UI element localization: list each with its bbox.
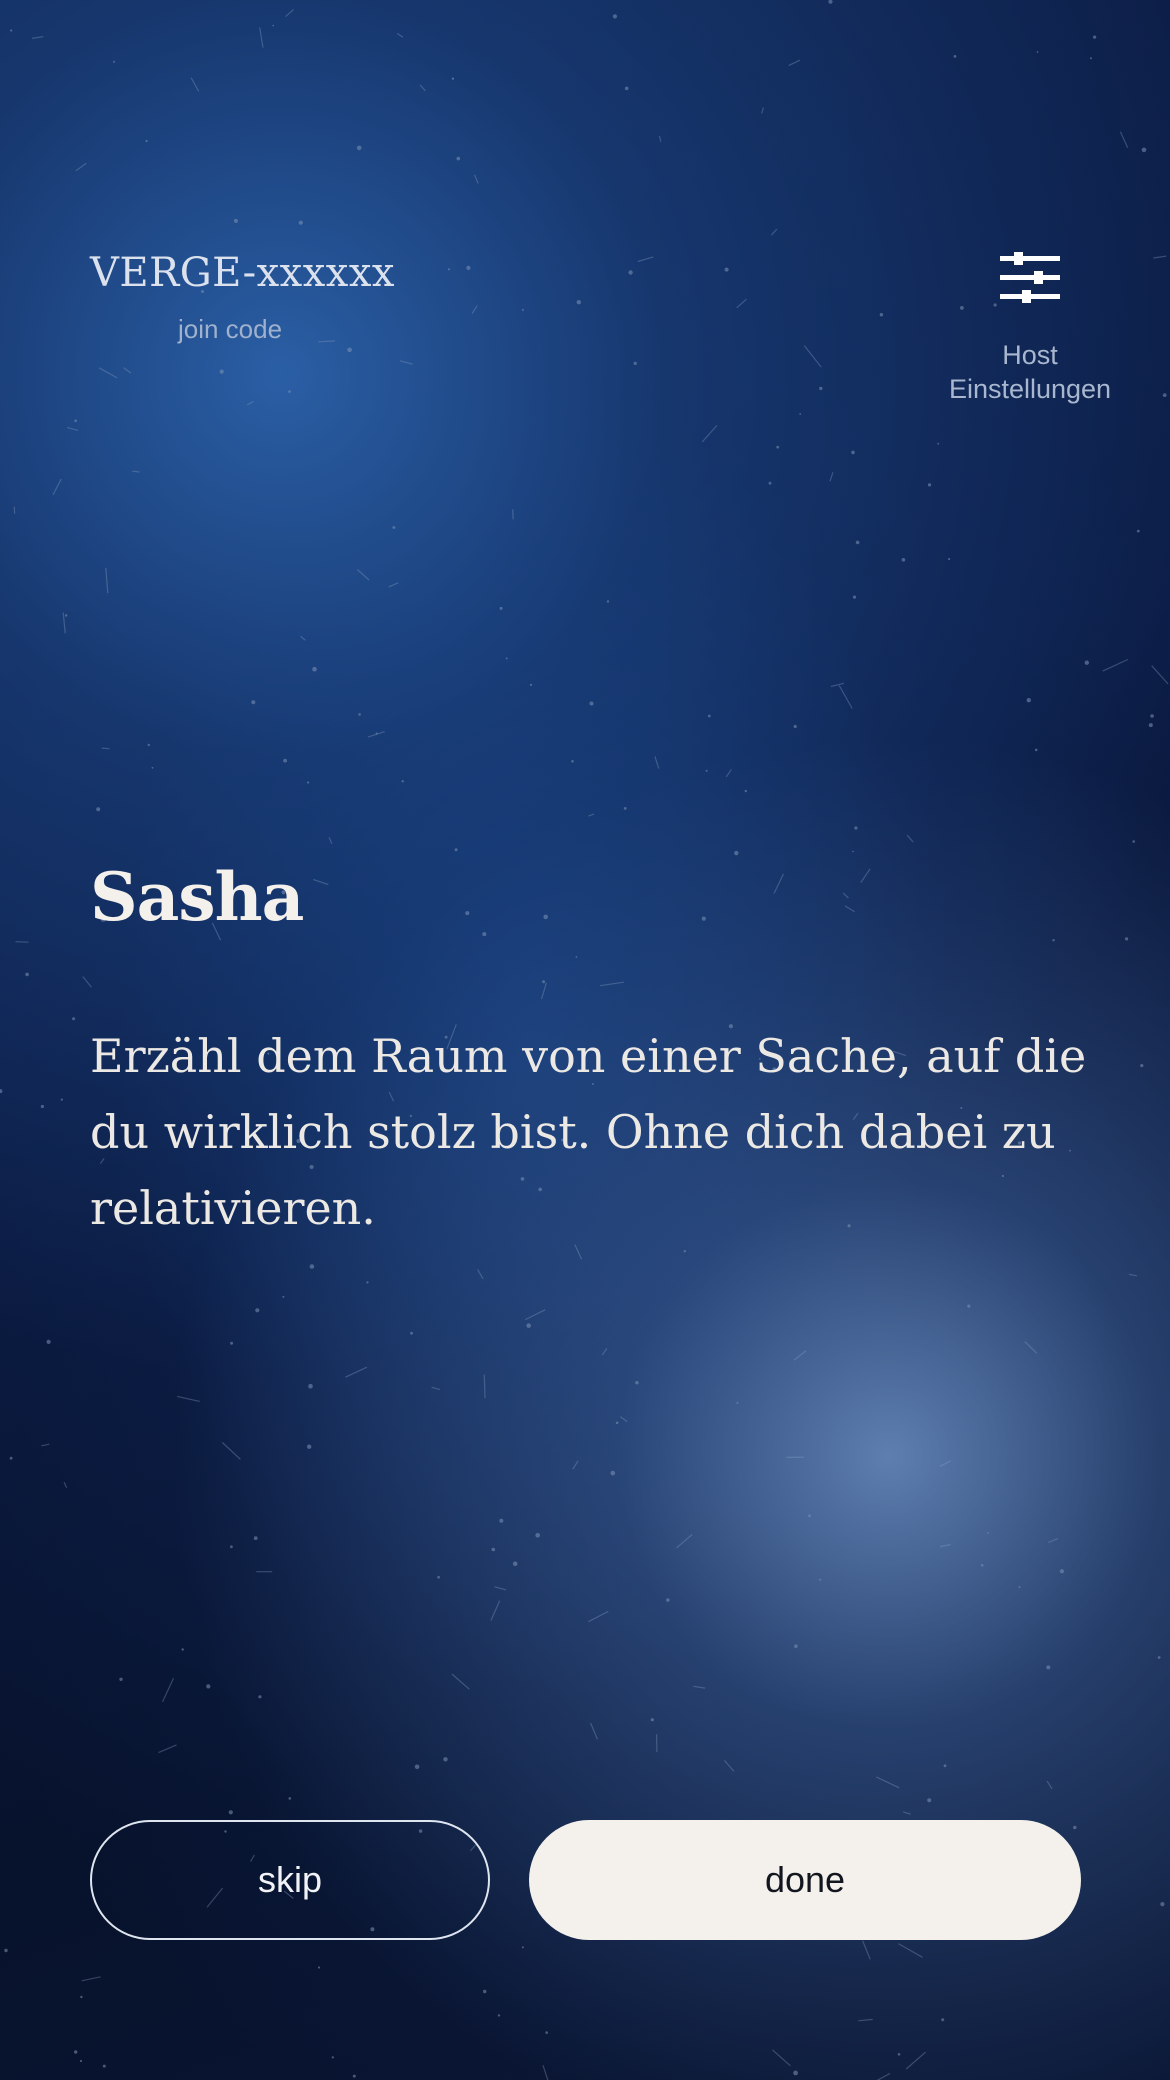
host-settings-label: Host Einstellungen [930, 338, 1130, 406]
player-name: Sasha [90, 858, 304, 936]
join-code-value: VERGE-xxxxxx [90, 250, 395, 296]
skip-button[interactable]: skip [90, 1820, 490, 1940]
host-settings-button[interactable]: Host Einstellungen [930, 252, 1130, 406]
skip-button-label: skip [257, 1859, 323, 1900]
join-code-block: VERGE-xxxxxx join code [90, 250, 395, 345]
prompt-text: Erzähl dem Raum von einer Sache, auf die… [90, 1029, 1087, 1235]
host-settings-label-line1: Host [1002, 340, 1058, 370]
done-button-label: done [764, 1859, 846, 1900]
join-code-label: join code [177, 314, 283, 344]
sliders-icon [1000, 252, 1060, 303]
host-settings-label-line2: Einstellungen [948, 374, 1112, 404]
done-button[interactable]: done [529, 1820, 1081, 1940]
